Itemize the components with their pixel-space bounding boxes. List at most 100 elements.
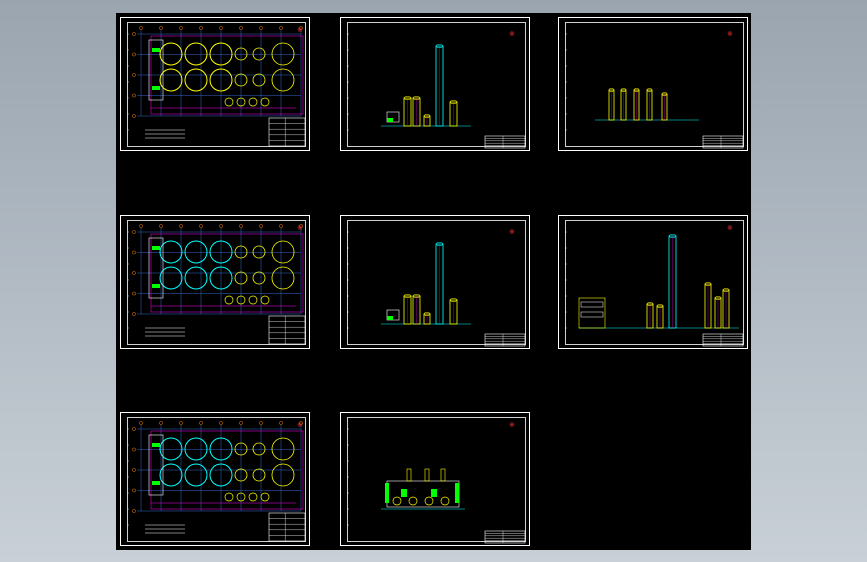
equipment-marker — [152, 48, 160, 52]
tank — [184, 68, 208, 92]
grid-bubble — [132, 468, 136, 472]
grid-bubble — [239, 26, 243, 30]
title-block — [484, 333, 526, 347]
tank — [271, 463, 295, 487]
grid-bubble — [159, 224, 163, 228]
grid-bubble — [132, 447, 136, 452]
grid-bubble — [219, 26, 223, 30]
pump — [260, 97, 270, 107]
sheet-drawing: ※ — [565, 224, 744, 347]
grid-bubble — [132, 509, 136, 513]
drawing-sheet-s1[interactable]: ※ — [120, 17, 310, 151]
grid-bubble — [132, 427, 136, 431]
pump — [260, 492, 270, 502]
grid-bubble — [132, 312, 136, 316]
revision-mark: ※ — [509, 228, 515, 236]
sheet-drawing: ※ — [347, 30, 526, 149]
grid-bubble — [239, 421, 243, 425]
vessel — [440, 468, 446, 482]
title-block — [702, 135, 744, 149]
title-block — [702, 333, 744, 347]
grid-bubble — [132, 52, 136, 57]
drawing-sheet-s2[interactable]: ※ — [340, 17, 530, 151]
cad-model-space[interactable]: ※ ※ ※ ※ ※ ※ ※ ※ — [116, 13, 751, 550]
tank — [271, 42, 295, 66]
sheet-drawing: ※ — [127, 26, 306, 147]
equipment-marker — [152, 443, 160, 447]
title-block — [484, 530, 526, 544]
tank — [159, 240, 183, 264]
pump — [224, 97, 234, 107]
grid-bubble — [159, 421, 163, 425]
tank — [184, 42, 208, 66]
equipment-marker — [152, 86, 160, 90]
tank — [159, 42, 183, 66]
drawing-sheet-s7[interactable]: ※ — [120, 412, 310, 546]
drawing-sheet-s6[interactable]: ※ — [558, 215, 748, 349]
grid-bubble — [279, 26, 283, 30]
tank — [159, 437, 183, 461]
revision-mark: ※ — [727, 30, 733, 38]
sheet-drawing: ※ — [565, 30, 744, 149]
grid-bubble — [132, 271, 136, 275]
green-block — [401, 489, 407, 497]
revision-mark: ※ — [297, 421, 303, 429]
tank — [252, 47, 266, 61]
grid-bubble — [239, 224, 243, 228]
tank — [271, 266, 295, 290]
grid-bubble — [132, 93, 136, 98]
structure — [578, 297, 606, 329]
grid-bubble — [199, 224, 203, 228]
grid-bubble — [159, 26, 163, 30]
tank — [252, 442, 266, 456]
tank — [271, 240, 295, 264]
revision-mark: ※ — [297, 224, 303, 232]
revision-mark: ※ — [297, 26, 303, 34]
tank — [159, 463, 183, 487]
structure-marker — [387, 118, 393, 122]
equipment-marker — [152, 246, 160, 250]
revision-mark: ※ — [509, 30, 515, 38]
title-block — [268, 315, 306, 345]
grid-bubble — [132, 250, 136, 255]
grid-bubble — [139, 224, 143, 228]
grid-bubble — [219, 421, 223, 425]
revision-mark: ※ — [727, 224, 733, 232]
drawing-sheet-s3[interactable]: ※ — [558, 17, 748, 151]
revision-mark: ※ — [509, 421, 515, 429]
drawing-sheet-s4[interactable]: ※ — [120, 215, 310, 349]
grid-bubble — [199, 26, 203, 30]
tank — [184, 463, 208, 487]
grid-bubble — [132, 230, 136, 234]
drawing-sheet-s5[interactable]: ※ — [340, 215, 530, 349]
tank — [252, 271, 266, 285]
tank — [408, 496, 418, 506]
tank — [252, 468, 266, 482]
sheet-drawing: ※ — [347, 421, 526, 544]
title-block — [268, 117, 306, 147]
structure-marker — [387, 316, 393, 320]
grid-bubble — [179, 224, 183, 228]
grid-bubble — [132, 32, 136, 36]
pump — [248, 492, 258, 502]
grid-bubble — [132, 291, 136, 296]
drawing-sheet-s8[interactable]: ※ — [340, 412, 530, 546]
green-column — [455, 483, 459, 503]
pump — [224, 492, 234, 502]
vessel — [424, 468, 430, 482]
pump — [260, 295, 270, 305]
green-column — [385, 483, 389, 503]
tank — [159, 68, 183, 92]
grid-bubble — [179, 421, 183, 425]
grid-bubble — [219, 224, 223, 228]
equipment-marker — [152, 481, 160, 485]
grid-bubble — [139, 26, 143, 30]
title-block — [268, 512, 306, 542]
sheet-drawing: ※ — [127, 224, 306, 345]
sheet-drawing: ※ — [347, 228, 526, 347]
grid-bubble — [259, 224, 263, 228]
green-block — [431, 489, 437, 497]
pump — [224, 295, 234, 305]
grid-bubble — [259, 421, 263, 425]
grid-bubble — [279, 421, 283, 425]
